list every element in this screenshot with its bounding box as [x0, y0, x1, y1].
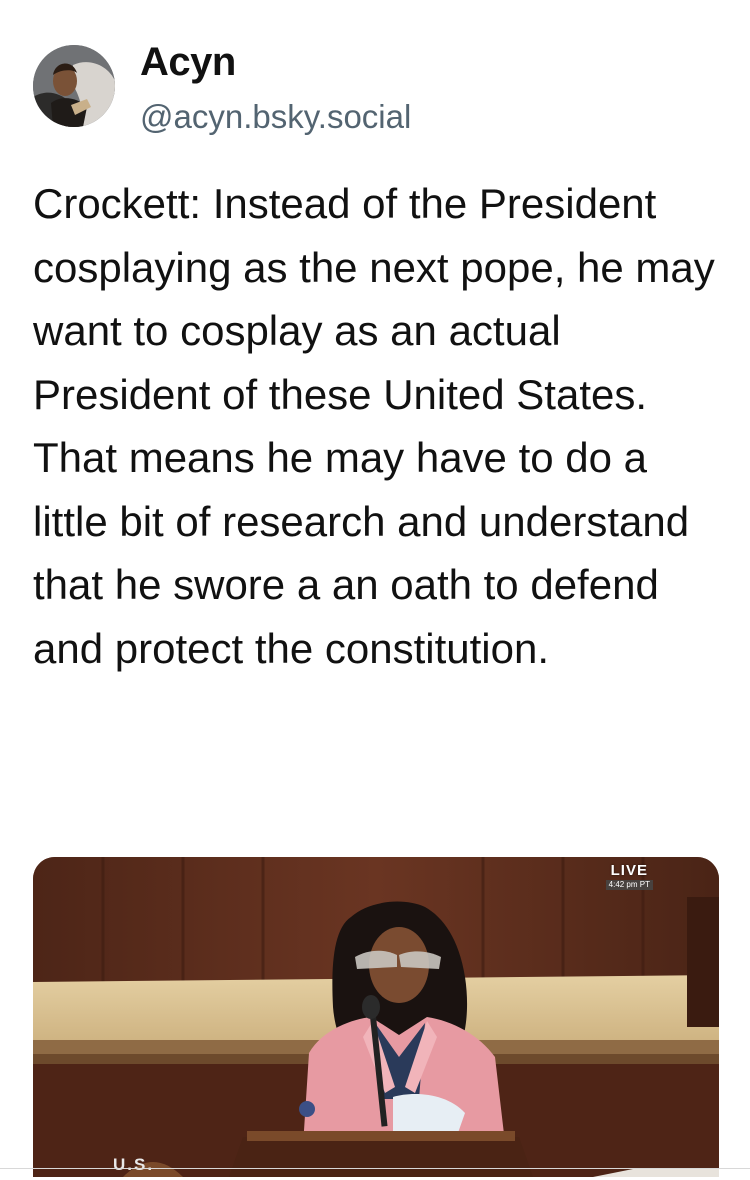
post-video-thumbnail[interactable]: LIVE 4:42 pm PT U.S. [33, 857, 719, 1177]
live-timestamp: 4:42 pm PT [605, 880, 653, 890]
bluesky-post: Acyn @acyn.bsky.social Crockett: Instead… [0, 0, 750, 1180]
live-badge: LIVE 4:42 pm PT [605, 862, 653, 890]
video-caption-fragment: U.S. [113, 1155, 155, 1174]
post-body-text: Crockett: Instead of the President cospl… [33, 180, 715, 672]
house-floor-speaker-still-icon [33, 857, 719, 1177]
author-handle[interactable]: @acyn.bsky.social [140, 96, 411, 138]
divider [0, 1168, 750, 1169]
author-avatar[interactable] [33, 45, 115, 127]
avatar-photo-icon [33, 45, 115, 127]
live-label: LIVE [610, 862, 648, 879]
author-display-name[interactable]: Acyn [140, 38, 236, 86]
